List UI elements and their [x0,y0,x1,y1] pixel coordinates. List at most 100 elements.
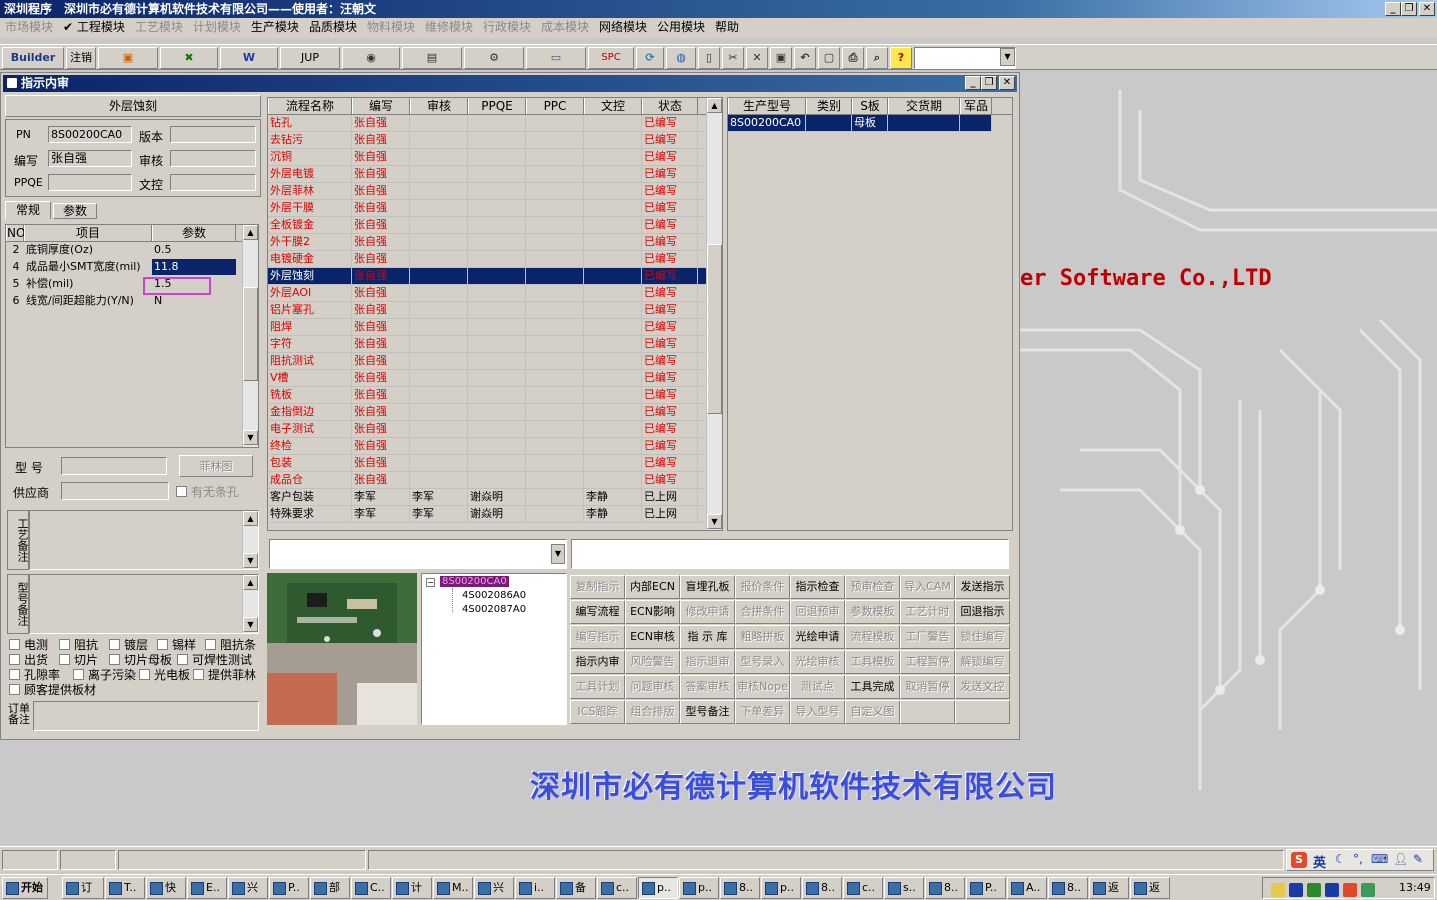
checkbox-box[interactable] [177,654,188,665]
function-button[interactable]: 粗略拼板 [735,625,790,649]
flow-row[interactable]: 包装 张自强 已编写 [268,455,706,472]
flow-row[interactable]: 金指倒边 张自强 已编写 [268,404,706,421]
function-button[interactable]: 指示退审 [680,650,735,674]
production-row[interactable]: 8S00200CA0 母板 [728,115,992,132]
window-close-icon[interactable]: ✕ [999,76,1015,90]
function-button[interactable]: ECN影响 [625,600,680,624]
scroll-down-icon[interactable]: ▼ [243,430,258,445]
param-row[interactable]: 2 底铜厚度(Oz) 0.5 [6,242,242,259]
undo-icon[interactable]: ↶ [794,47,816,69]
restore-icon[interactable]: ❐ [1401,2,1417,16]
param-row[interactable]: 6 线宽/间距超能力(Y/N) N [6,293,242,310]
taskbar-item[interactable]: 8.. [925,877,965,899]
find-icon[interactable]: ⌕ [866,47,888,69]
cabinet-icon[interactable]: ▤ [402,47,462,69]
checkbox-box[interactable] [59,639,70,650]
function-button[interactable]: 指示内审 [570,650,625,674]
option-checkbox[interactable]: 顾客提供板材 [9,681,96,698]
help-button[interactable]: ? [890,47,912,69]
flow-scrollbar[interactable]: ▲ ▼ [706,98,722,530]
scroll-up-icon[interactable]: ▲ [707,98,722,113]
tab-general[interactable]: 常规 [5,201,51,219]
chevron-down-icon[interactable]: ▼ [551,544,565,564]
menu-item[interactable]: 网络模块 [594,18,652,36]
function-button[interactable]: 发送文控 [955,675,1010,699]
checkbox-box[interactable] [139,669,150,680]
tree-child[interactable]: 4S002087A0 [462,604,526,615]
craft-note-field[interactable]: ▲ ▼ [29,510,259,570]
author-field[interactable]: 张自强 [48,150,132,167]
function-button[interactable]: ECN审核 [625,625,680,649]
punctuation-icon[interactable]: °, [1353,852,1363,866]
function-button[interactable]: 取消暂停 [900,675,955,699]
tray-app-icon[interactable] [1307,883,1321,897]
scroll-up-icon[interactable]: ▲ [243,225,258,240]
checkbox-box[interactable] [73,669,84,680]
param-value[interactable]: N [152,293,236,309]
model-note-scrollbar[interactable]: ▲ ▼ [242,575,258,633]
function-button[interactable]: 合拼条件 [735,600,790,624]
ime-language[interactable]: 英 [1313,852,1326,871]
function-button[interactable]: 型号备注 [680,700,735,724]
taskbar-item[interactable]: 8.. [720,877,760,899]
option-checkbox[interactable]: 提供菲林 [193,666,256,683]
checkbox-box[interactable] [9,669,20,680]
param-value[interactable]: 0.5 [152,242,236,258]
menu-item[interactable]: 帮助 [710,18,744,36]
flow-row[interactable]: 阻焊 张自强 已编写 [268,319,706,336]
taskbar-item[interactable]: 备 [556,877,596,899]
supplier-field[interactable] [61,482,169,500]
sogou-icon[interactable]: S [1291,852,1307,868]
option-checkbox[interactable]: 光电板 [139,666,190,683]
delete-icon[interactable]: ✕ [746,47,768,69]
tray-ch-icon[interactable] [1325,883,1339,897]
flow-row[interactable]: 电子测试 张自强 已编写 [268,421,706,438]
function-button[interactable]: 指 示 库 [680,625,735,649]
scroll-thumb[interactable] [707,244,722,414]
jup-button[interactable]: JUP [280,47,340,69]
menu-item[interactable]: 计划模块 [188,18,246,36]
doc-control-field[interactable] [170,174,256,191]
toolbar-combo[interactable]: ▼ [914,47,1016,69]
flow-row[interactable]: 外层AOI 张自强 已编写 [268,285,706,302]
globe-icon[interactable]: ◍ [666,47,696,69]
tree-child[interactable]: 4S002086A0 [462,590,526,601]
spc-button[interactable]: SPC [588,47,634,69]
function-button[interactable]: 参数模板 [845,600,900,624]
function-button[interactable]: 工程暂停 [900,650,955,674]
tray-x-icon[interactable] [1289,883,1303,897]
flow-row[interactable]: 外层蚀刻 张自强 已编写 [268,268,706,285]
taskbar-item[interactable]: 兴 [228,877,268,899]
menu-item[interactable]: 品质模块 [304,18,362,36]
ppqe-field[interactable] [48,174,132,191]
function-button[interactable]: 编写指示 [570,625,625,649]
flow-row[interactable]: 铝片塞孔 张自强 已编写 [268,302,706,319]
flow-row[interactable]: 全板镀金 张自强 已编写 [268,217,706,234]
taskbar-item[interactable]: C.. [351,877,391,899]
menu-item[interactable]: 维修模块 [420,18,478,36]
no-hole-checkbox[interactable]: 有无条孔 [176,483,239,500]
minimize-icon[interactable]: _ [1385,2,1401,16]
menu-item[interactable]: 生产模块 [246,18,304,36]
taskbar-item[interactable]: c.. [597,877,637,899]
taskbar-item[interactable]: A.. [1007,877,1047,899]
flow-row[interactable]: 钻孔 张自强 已编写 [268,115,706,132]
function-button[interactable]: 编写流程 [570,600,625,624]
menu-item[interactable]: 公用模块 [652,18,710,36]
menu-item[interactable]: 物料模块 [362,18,420,36]
function-button[interactable]: 问题审核 [625,675,680,699]
computer-icon[interactable]: ▭ [526,47,586,69]
taskbar-item[interactable]: s.. [884,877,924,899]
function-button[interactable]: 光绘审核 [790,650,845,674]
cut-icon[interactable]: ✂ [722,47,744,69]
tray-sogou-icon[interactable] [1343,883,1357,897]
preview-icon[interactable]: ▢ [818,47,840,69]
function-button[interactable]: 导入型号 [790,700,845,724]
taskbar-item[interactable]: p.. [638,877,678,899]
taskbar-item[interactable]: 订 [62,877,104,899]
flow-row[interactable]: 终检 张自强 已编写 [268,438,706,455]
menu-item[interactable]: 行政模块 [478,18,536,36]
flow-row[interactable]: 特殊要求 李军 李军 谢焱明 李静 已上网 [268,506,706,523]
taskbar-item[interactable]: 返 [1130,877,1170,899]
taskbar-item[interactable]: 计 [392,877,432,899]
